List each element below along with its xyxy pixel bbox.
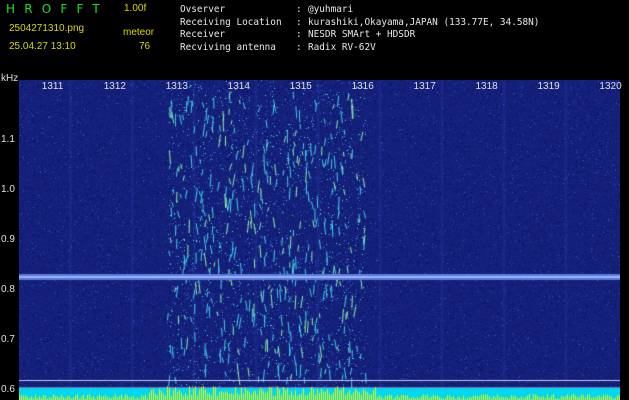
- x-tick-label: 1316: [351, 81, 374, 92]
- receiver-label: Receiver: [180, 29, 226, 41]
- observer-value: @yuhmari: [308, 4, 354, 15]
- x-tick-label: 1317: [413, 81, 436, 92]
- x-tick-label: 1312: [103, 81, 126, 92]
- x-tick-label: 1318: [475, 81, 498, 92]
- header-panel: HROFFT 1.00f 2504271310.png 25.04.27 13:…: [0, 0, 629, 72]
- x-tick-label: 1320: [599, 81, 622, 92]
- receiver-value: NESDR SMArt + HDSDR: [308, 29, 416, 41]
- location-value: kurashiki,Okayama,JAPAN (133.77E, 34.58N…: [308, 16, 540, 28]
- x-tick-label: 1313: [165, 81, 188, 92]
- x-tick-label: 1315: [289, 81, 312, 92]
- y-tick-label: 0.9: [1, 234, 15, 245]
- y-tick-label: 1.0: [1, 184, 15, 195]
- separator: :: [296, 41, 302, 53]
- y-tick-label: 1.1: [1, 134, 15, 145]
- antenna-label: Recviving antenna: [180, 41, 276, 53]
- observer-label: Ovserver: [180, 4, 226, 15]
- y-tick-label: 0.7: [1, 334, 15, 345]
- separator: :: [296, 29, 302, 41]
- y-axis-unit: kHz: [1, 73, 19, 84]
- separator: :: [296, 4, 302, 15]
- meteor-label: meteor: [123, 27, 155, 38]
- x-tick-label: 1314: [227, 81, 250, 92]
- app-logo: HROFFT: [6, 2, 109, 16]
- capture-datetime: 25.04.27 13:10: [9, 41, 76, 52]
- x-tick-label: 1311: [41, 81, 64, 92]
- location-label: Receiving Location: [180, 16, 282, 28]
- file-name: 2504271310.png: [9, 23, 85, 34]
- antenna-value: Radix RV-62V: [308, 41, 376, 53]
- app-version: 1.00f: [124, 3, 147, 14]
- spectrogram-canvas: [19, 80, 620, 400]
- y-tick-label: 0.8: [1, 284, 15, 295]
- meteor-count: 76: [139, 41, 151, 52]
- x-tick-label: 1319: [537, 81, 560, 92]
- y-tick-label: 0.6: [1, 384, 15, 395]
- separator: :: [296, 16, 302, 28]
- spectrogram: [19, 80, 620, 400]
